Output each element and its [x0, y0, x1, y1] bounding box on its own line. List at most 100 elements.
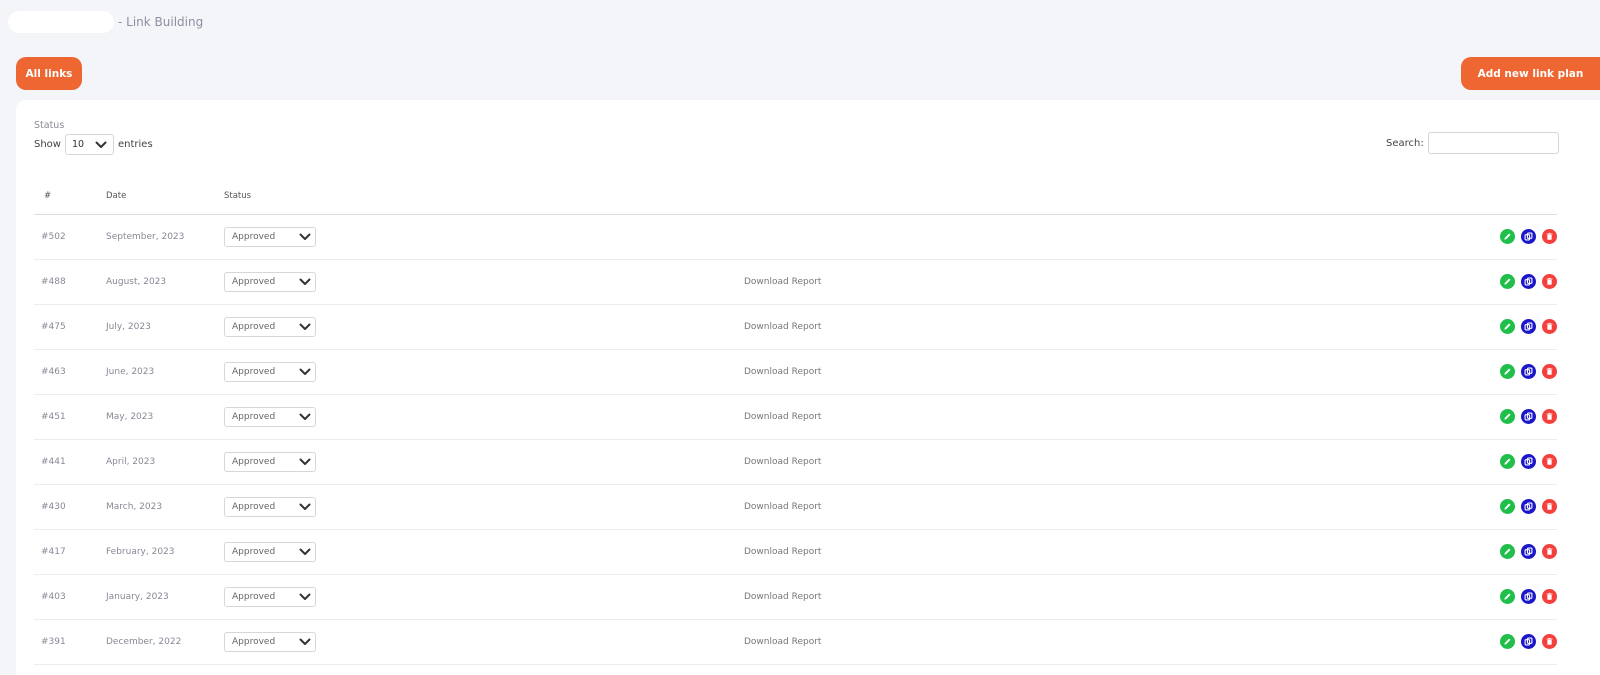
delete-button[interactable]: [1542, 319, 1557, 334]
chevron-down-icon: [299, 548, 311, 555]
status-select[interactable]: Approved: [224, 406, 316, 427]
row-actions: [1500, 544, 1557, 559]
row-actions-cell: [1444, 439, 1557, 485]
copy-button[interactable]: [1521, 589, 1536, 604]
table-row: #451 May, 2023 Approved Download Report: [34, 394, 1557, 440]
row-report-cell: Download Report: [744, 259, 1444, 305]
table-header-row: # Date Status: [34, 178, 1557, 215]
column-header-report: [744, 178, 1444, 215]
delete-button[interactable]: [1542, 589, 1557, 604]
download-report-link[interactable]: Download Report: [744, 547, 821, 557]
row-status-cell: Approved: [224, 484, 744, 530]
row-actions: [1500, 229, 1557, 244]
status-select[interactable]: Approved: [224, 541, 316, 562]
copy-button[interactable]: [1521, 229, 1536, 244]
copy-icon: [1524, 277, 1533, 286]
column-header-actions: [1444, 178, 1557, 215]
row-actions-cell: [1444, 214, 1557, 260]
row-status-cell: Approved: [224, 574, 744, 620]
edit-button[interactable]: [1500, 364, 1515, 379]
status-select[interactable]: Approved: [224, 316, 316, 337]
status-select-value: Approved: [232, 321, 276, 332]
copy-button[interactable]: [1521, 544, 1536, 559]
delete-button[interactable]: [1542, 274, 1557, 289]
edit-button[interactable]: [1500, 229, 1515, 244]
row-actions-cell: [1444, 529, 1557, 575]
row-id: #488: [34, 259, 106, 305]
delete-button[interactable]: [1542, 499, 1557, 514]
table-body: #502 September, 2023 Approved #488 Augus…: [34, 214, 1557, 665]
edit-button[interactable]: [1500, 319, 1515, 334]
copy-icon: [1524, 457, 1533, 466]
entries-select[interactable]: 10: [64, 134, 114, 155]
search-label: Search:: [1386, 137, 1424, 149]
edit-button[interactable]: [1500, 589, 1515, 604]
status-select[interactable]: Approved: [224, 271, 316, 292]
status-select[interactable]: Approved: [224, 226, 316, 247]
row-actions: [1500, 274, 1557, 289]
row-actions-cell: [1444, 484, 1557, 530]
links-table: # Date Status #502 September, 2023 Appro…: [34, 178, 1557, 665]
edit-button[interactable]: [1500, 499, 1515, 514]
copy-button[interactable]: [1521, 319, 1536, 334]
row-date: December, 2022: [106, 619, 224, 665]
status-select[interactable]: Approved: [224, 361, 316, 382]
row-report-cell: Download Report: [744, 304, 1444, 350]
download-report-link[interactable]: Download Report: [744, 502, 821, 512]
edit-button[interactable]: [1500, 274, 1515, 289]
copy-button[interactable]: [1521, 409, 1536, 424]
table-row: #391 December, 2022 Approved Download Re…: [34, 619, 1557, 665]
delete-button[interactable]: [1542, 544, 1557, 559]
delete-button[interactable]: [1542, 229, 1557, 244]
edit-button[interactable]: [1500, 544, 1515, 559]
status-select[interactable]: Approved: [224, 586, 316, 607]
status-select[interactable]: Approved: [224, 631, 316, 652]
copy-button[interactable]: [1521, 499, 1536, 514]
row-actions-cell: [1444, 259, 1557, 305]
delete-button[interactable]: [1542, 409, 1557, 424]
edit-button[interactable]: [1500, 634, 1515, 649]
search-input[interactable]: [1427, 132, 1559, 154]
copy-button[interactable]: [1521, 274, 1536, 289]
row-date: January, 2023: [106, 574, 224, 620]
column-header-id[interactable]: #: [34, 178, 106, 215]
table-row: #441 April, 2023 Approved Download Repor…: [34, 439, 1557, 485]
delete-button[interactable]: [1542, 454, 1557, 469]
pencil-icon: [1504, 638, 1511, 645]
trash-icon: [1546, 277, 1553, 285]
delete-button[interactable]: [1542, 634, 1557, 649]
copy-button[interactable]: [1521, 364, 1536, 379]
column-header-date[interactable]: Date: [106, 178, 224, 215]
download-report-link[interactable]: Download Report: [744, 412, 821, 422]
row-id: #463: [34, 349, 106, 395]
add-new-link-plan-button[interactable]: Add new link plan: [1461, 57, 1600, 90]
edit-button[interactable]: [1500, 454, 1515, 469]
trash-icon: [1546, 592, 1553, 600]
copy-button[interactable]: [1521, 634, 1536, 649]
edit-button[interactable]: [1500, 409, 1515, 424]
download-report-link[interactable]: Download Report: [744, 457, 821, 467]
download-report-link[interactable]: Download Report: [744, 592, 821, 602]
row-date: July, 2023: [106, 304, 224, 350]
copy-button[interactable]: [1521, 454, 1536, 469]
status-select[interactable]: Approved: [224, 496, 316, 517]
chevron-down-icon: [299, 638, 311, 645]
delete-button[interactable]: [1542, 364, 1557, 379]
download-report-link[interactable]: Download Report: [744, 277, 821, 287]
row-id: #502: [34, 214, 106, 260]
row-id: #403: [34, 574, 106, 620]
row-date: June, 2023: [106, 349, 224, 395]
status-filter-label: Status: [34, 120, 65, 131]
column-header-status[interactable]: Status: [224, 178, 744, 215]
download-report-link[interactable]: Download Report: [744, 367, 821, 377]
trash-icon: [1546, 322, 1553, 330]
status-select[interactable]: Approved: [224, 451, 316, 472]
pencil-icon: [1504, 458, 1511, 465]
status-select-value: Approved: [232, 366, 276, 377]
chevron-down-icon: [299, 233, 311, 240]
row-actions: [1500, 364, 1557, 379]
download-report-link[interactable]: Download Report: [744, 637, 821, 647]
download-report-link[interactable]: Download Report: [744, 322, 821, 332]
row-report-cell: Download Report: [744, 619, 1444, 665]
all-links-button[interactable]: All links: [16, 57, 82, 90]
